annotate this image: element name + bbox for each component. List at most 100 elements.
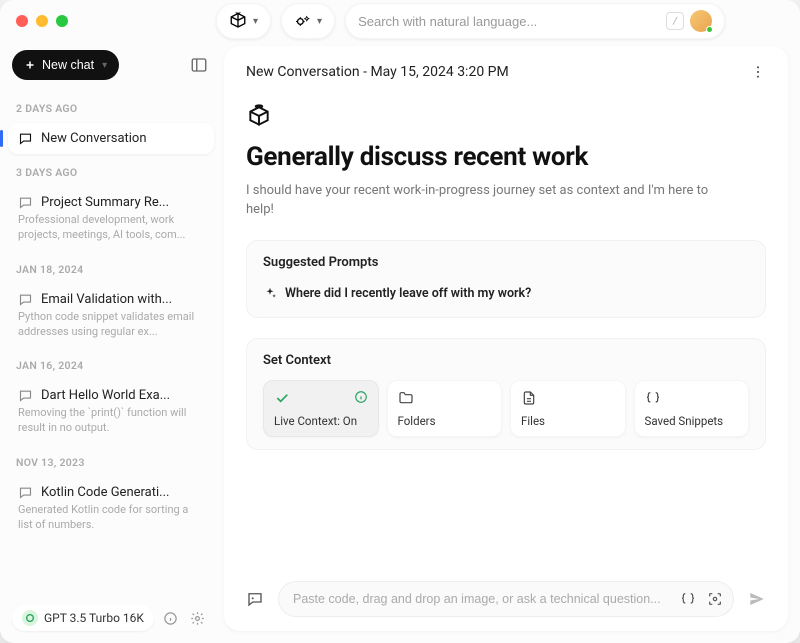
package-icon — [246, 104, 272, 130]
workflow-dropdown[interactable]: ▾ — [281, 3, 335, 39]
suggested-prompt-item[interactable]: Where did I recently leave off with my w… — [263, 282, 749, 305]
sparkle-icon — [263, 286, 277, 300]
chat-item[interactable]: Project Summary Re... Professional develo… — [8, 187, 214, 251]
plus-icon — [24, 59, 36, 71]
context-row: Live Context: On Folders Files Saved Snippe… — [263, 380, 749, 437]
chat-item-title-text: Project Summary Re... — [41, 195, 169, 210]
chat-item-title-text: Email Validation with... — [41, 292, 172, 307]
suggested-prompt-text: Where did I recently leave off with my w… — [285, 286, 531, 301]
sidebar-footer: GPT 3.5 Turbo 16K — [8, 599, 214, 635]
chat-item-title: Project Summary Re... — [18, 195, 204, 210]
composer-inline-actions — [676, 587, 727, 611]
chat-item[interactable]: Dart Hello World Exa... Removing the `pri… — [8, 380, 214, 444]
braces-icon — [680, 591, 696, 607]
new-chat-button[interactable]: New chat ▾ — [12, 50, 119, 80]
context-chip[interactable]: Files — [510, 380, 626, 437]
panel-left-icon — [190, 56, 208, 74]
model-selector[interactable]: GPT 3.5 Turbo 16K — [12, 605, 154, 631]
maximize-window-button[interactable] — [56, 15, 68, 27]
caret-down-icon: ▾ — [253, 16, 258, 27]
composer-input[interactable] — [293, 582, 693, 616]
context-chip-top — [398, 390, 492, 406]
close-window-button[interactable] — [16, 15, 28, 27]
braces-icon — [645, 390, 661, 406]
hero-icon — [246, 104, 766, 130]
set-context-card: Set Context Live Context: On Folders Files… — [246, 338, 766, 450]
chat-icon — [18, 292, 33, 307]
chat-item-desc: Removing the `print()` function will res… — [18, 406, 204, 436]
main-panel: New Conversation - May 15, 2024 3:20 PM … — [224, 46, 788, 631]
sidebar-group-label: JAN 18, 2024 — [8, 253, 214, 282]
minimize-window-button[interactable] — [36, 15, 48, 27]
file-icon — [521, 390, 537, 406]
new-chat-label: New chat — [42, 58, 94, 72]
context-chip[interactable]: Live Context: On — [263, 380, 379, 437]
send-button[interactable] — [744, 586, 770, 612]
search-right: / — [666, 10, 712, 32]
main-body: Generally discuss recent work I should h… — [224, 90, 788, 571]
package-icon — [229, 12, 247, 30]
chat-item-desc: Professional development, work projects,… — [18, 213, 204, 243]
insert-snippet-button[interactable] — [676, 587, 700, 611]
avatar[interactable] — [690, 10, 712, 32]
package-dropdown[interactable]: ▾ — [216, 3, 271, 39]
set-context-title: Set Context — [263, 353, 749, 368]
toggle-sidebar-button[interactable] — [184, 50, 214, 80]
chat-item[interactable]: Kotlin Code Generati... Generated Kotlin … — [8, 477, 214, 541]
info-icon — [163, 611, 178, 626]
traffic-lights — [16, 15, 68, 27]
chat-item-title: Dart Hello World Exa... — [18, 388, 204, 403]
gear-icon — [190, 611, 205, 626]
scan-icon — [707, 591, 723, 607]
model-label: GPT 3.5 Turbo 16K — [44, 611, 144, 625]
context-chip-label: Folders — [398, 414, 492, 428]
titlebar: ▾ ▾ / — [0, 0, 800, 42]
chat-item[interactable]: Email Validation with... Python code snip… — [8, 284, 214, 348]
composer-input-container[interactable] — [278, 581, 734, 617]
context-chip[interactable]: Saved Snippets — [634, 380, 750, 437]
chat-item-title-text: Kotlin Code Generati... — [41, 485, 169, 500]
chat-item[interactable]: New Conversation — [8, 123, 214, 154]
context-chip-label: Live Context: On — [274, 414, 368, 428]
send-icon — [748, 590, 766, 608]
main-header: New Conversation - May 15, 2024 3:20 PM — [224, 46, 788, 90]
search-input[interactable] — [358, 14, 660, 29]
hero-subtitle: I should have your recent work-in-progre… — [246, 182, 716, 220]
sidebar-group-label: JAN 16, 2024 — [8, 349, 214, 378]
chat-icon — [18, 131, 33, 146]
chat-item-desc: Generated Kotlin code for sorting a list… — [18, 503, 204, 533]
caret-down-icon: ▾ — [317, 16, 322, 27]
context-chip-label: Saved Snippets — [645, 414, 739, 428]
conversation-title: New Conversation - May 15, 2024 3:20 PM — [246, 64, 509, 80]
context-chip[interactable]: Folders — [387, 380, 503, 437]
scan-button[interactable] — [703, 587, 727, 611]
chat-item-title-text: New Conversation — [41, 131, 147, 146]
chat-item-desc: Python code snippet validates email addr… — [18, 310, 204, 340]
folder-icon — [398, 390, 414, 406]
context-chip-top — [645, 390, 739, 406]
chat-sparkle-icon — [246, 590, 264, 608]
context-chip-top — [521, 390, 615, 406]
context-chip-label: Files — [521, 414, 615, 428]
sidebar-group-label: NOV 13, 2023 — [8, 446, 214, 475]
chat-item-title: New Conversation — [18, 131, 204, 146]
chat-icon — [18, 485, 33, 500]
sidebar-group-label: 2 DAYS AGO — [8, 92, 214, 121]
status-indicator — [706, 26, 713, 33]
chat-icon — [18, 388, 33, 403]
caret-down-icon: ▾ — [102, 60, 107, 71]
chat-item-title-text: Dart Hello World Exa... — [41, 388, 170, 403]
search-bar[interactable]: / — [345, 3, 725, 39]
openai-icon — [22, 610, 38, 626]
top-controls: ▾ ▾ / — [216, 3, 784, 39]
quick-actions-button[interactable] — [242, 586, 268, 612]
sparkle-icon — [294, 13, 311, 30]
suggested-prompts-title: Suggested Prompts — [263, 255, 749, 270]
settings-button[interactable] — [188, 608, 208, 628]
kebab-icon — [750, 64, 766, 80]
app-window: ▾ ▾ / New chat ▾ — [0, 0, 800, 643]
sidebar: New chat ▾ 2 DAYS AGONew Conversation3 D… — [0, 42, 222, 643]
more-menu-button[interactable] — [746, 60, 770, 84]
info-button[interactable] — [161, 608, 181, 628]
composer — [224, 571, 788, 631]
